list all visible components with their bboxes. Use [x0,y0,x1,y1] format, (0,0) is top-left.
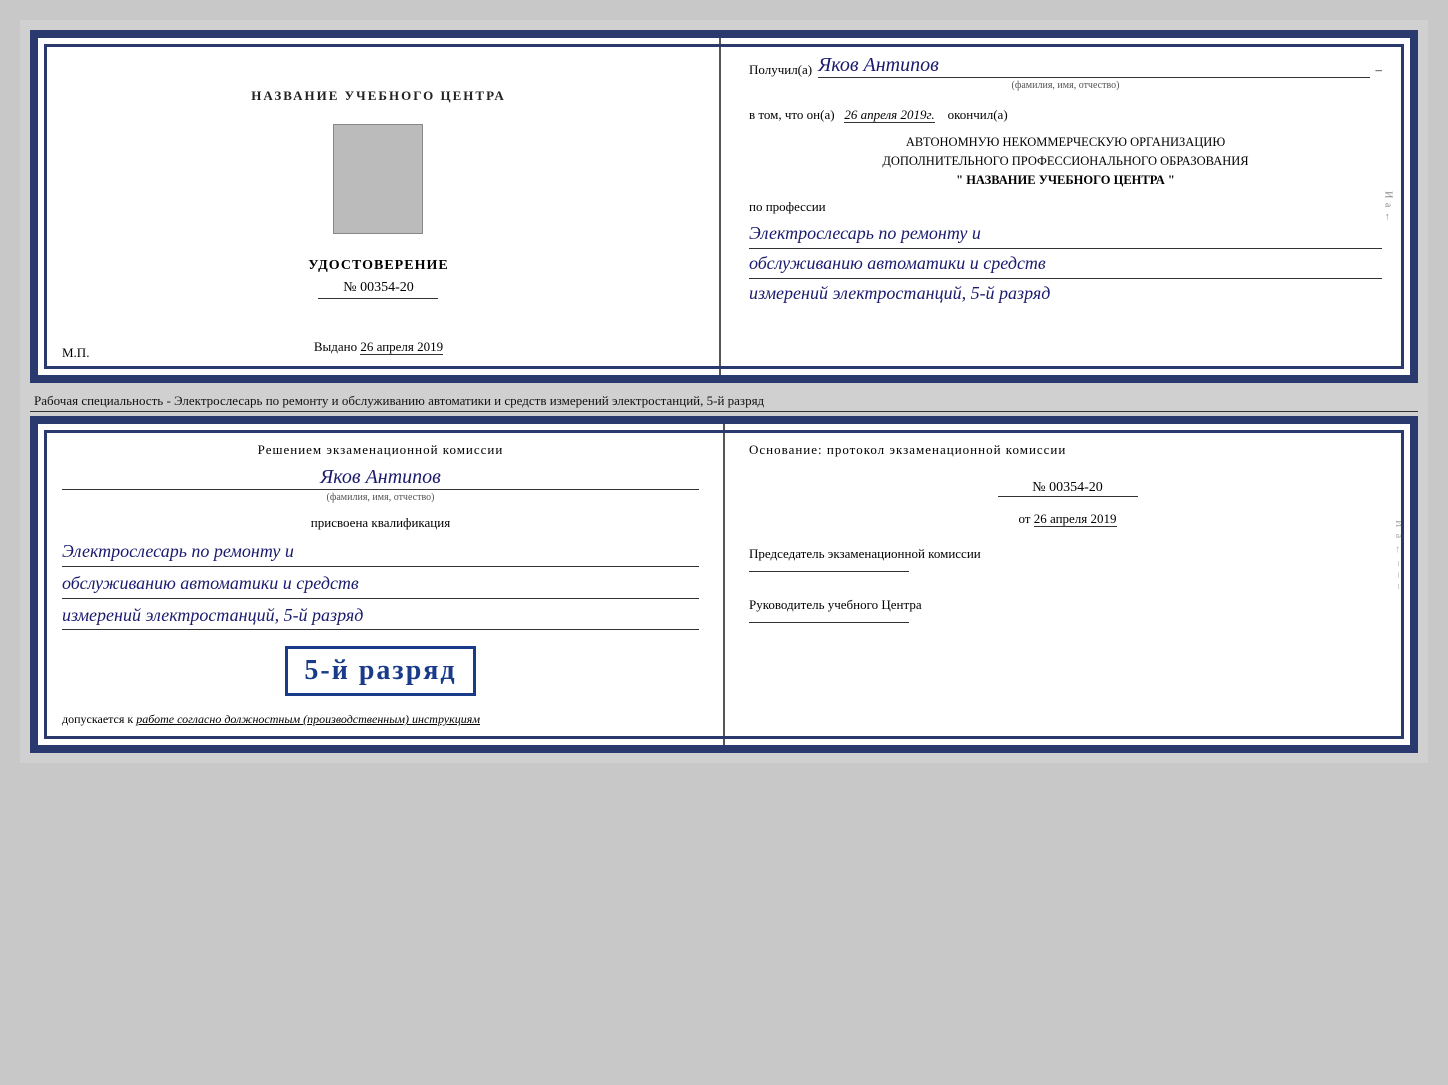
completion-date: 26 апреля 2019г. [844,107,934,123]
issued-label: Выдано [314,339,357,354]
director-signature-line [749,622,909,623]
decision-title: Решением экзаменационной комиссии [62,442,699,458]
separator-text: Рабочая специальность - Электрослесарь п… [30,387,1418,412]
in-that-label: в том, что он(а) [749,107,835,122]
assigned-label: присвоена квалификация [62,515,699,531]
allowed-italic: работе согласно должностным (производств… [136,712,480,726]
person-name: Яков Антипов [62,466,699,490]
org-line2: ДОПОЛНИТЕЛЬНОГО ПРОФЕССИОНАЛЬНОГО ОБРАЗО… [749,152,1382,171]
protocol-date: 26 апреля 2019 [1034,511,1117,527]
qual-line1: Электрослесарь по ремонту и [62,537,699,567]
director-title: Руководитель учебного Центра [749,596,1386,614]
rank-badge: 5-й разряд [285,646,475,696]
org-line1: АВТОНОМНУЮ НЕКОММЕРЧЕСКУЮ ОРГАНИЗАЦИЮ [749,133,1382,152]
qual-line2: обслуживанию автоматики и средств [62,569,699,599]
profession-line2: обслуживанию автоматики и средств [749,249,1382,279]
received-label: Получил(а) [749,62,812,78]
recipient-name: Яков Антипов [818,54,1369,78]
profession-label: по профессии [749,199,1382,215]
org-name: " НАЗВАНИЕ УЧЕБНОГО ЦЕНТРА " [749,171,1382,190]
chairman-signature-line [749,571,909,572]
issued-date: 26 апреля 2019 [360,339,443,355]
training-center-title: НАЗВАНИЕ УЧЕБНОГО ЦЕНТРА [251,88,506,104]
allowed-text: допускается к работе согласно должностны… [62,712,699,727]
right-edge-decoration: И а ← [1383,191,1394,223]
chairman-title: Председатель экзаменационной комиссии [749,545,1386,563]
person-name-sub: (фамилия, имя, отчество) [62,492,699,503]
cert-title: УДОСТОВЕРЕНИЕ [308,258,448,274]
finished-label: окончил(а) [948,107,1008,122]
basis-title: Основание: протокол экзаменационной коми… [749,442,1386,458]
from-label: от [1018,511,1030,526]
profession-line3: измерений электростанций, 5-й разряд [749,279,1382,308]
profession-line1: Электрослесарь по ремонту и [749,219,1382,249]
qual-line3: измерений электростанций, 5-й разряд [62,601,699,631]
name-sublabel: (фамилия, имя, отчество) [749,80,1382,91]
right-margin-decoration: И а ← – – – [1393,520,1404,591]
mp-label: М.П. [62,345,89,361]
photo-placeholder [333,124,423,234]
protocol-number: № 00354-20 [998,480,1138,497]
cert-number: № 00354-20 [318,280,438,299]
